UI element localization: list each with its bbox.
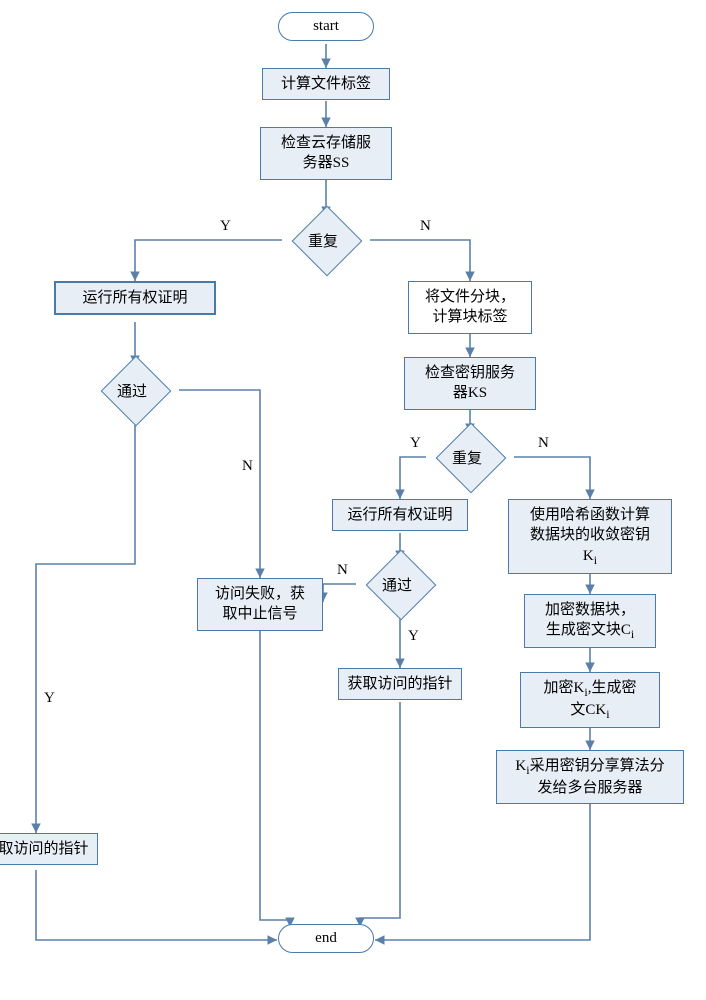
proc-run-pow-mid: 运行所有权证明 <box>332 499 468 531</box>
terminator-start: start <box>278 12 374 41</box>
proc-get-pointer-left: 获取访问的指针 <box>0 833 98 865</box>
proc-hash-key: 使用哈希函数计算 数据块的收敛密钥 Ki <box>508 499 672 574</box>
proc-check-ks: 检查密钥服务 器KS <box>404 357 536 410</box>
proc-access-fail: 访问失败，获 取中止信号 <box>197 578 323 631</box>
text: 采用密钥分享算法分 发给多台服务器 <box>530 758 665 796</box>
proc-run-pow-left: 运行所有权证明 <box>54 281 216 315</box>
edge-label-n: N <box>538 435 549 452</box>
text: 加密数据块， 生成密文块C <box>545 602 635 638</box>
decision-pass-left-label: 通过 <box>117 380 147 401</box>
subscript: i <box>606 707 609 721</box>
proc-encrypt-key: 加密Ki,生成密 文CKi <box>520 672 660 728</box>
edge-label-y: Y <box>408 628 419 645</box>
proc-check-ss: 检查云存储服 务器SS <box>260 127 392 180</box>
terminator-end: end <box>278 924 374 953</box>
edge-label-n: N <box>242 458 253 475</box>
edge-label-y: Y <box>410 435 421 452</box>
proc-encrypt-block: 加密数据块， 生成密文块Ci <box>524 594 656 648</box>
decision-dup2-label: 重复 <box>452 447 482 468</box>
edge-label-n: N <box>420 218 431 235</box>
decision-pass-mid-label: 通过 <box>382 574 412 595</box>
edge-label-n: N <box>337 562 348 579</box>
edge-label-y: Y <box>220 218 231 235</box>
text: 加密K <box>544 680 585 696</box>
subscript: i <box>631 627 634 641</box>
text: K <box>515 758 526 774</box>
flowchart: start 计算文件标签 检查云存储服 务器SS 重复 Y N 运行所有权证明 … <box>0 0 706 1000</box>
proc-split-blocks: 将文件分块， 计算块标签 <box>408 281 532 334</box>
subscript: i <box>594 553 597 567</box>
text: 使用哈希函数计算 数据块的收敛密钥 K <box>530 507 650 564</box>
proc-key-share: Ki采用密钥分享算法分 发给多台服务器 <box>496 750 684 804</box>
proc-get-pointer-mid: 获取访问的指针 <box>338 668 462 700</box>
proc-calc-file-tag: 计算文件标签 <box>262 68 390 100</box>
edge-label-y: Y <box>44 690 55 707</box>
decision-dup1-label: 重复 <box>308 230 338 251</box>
